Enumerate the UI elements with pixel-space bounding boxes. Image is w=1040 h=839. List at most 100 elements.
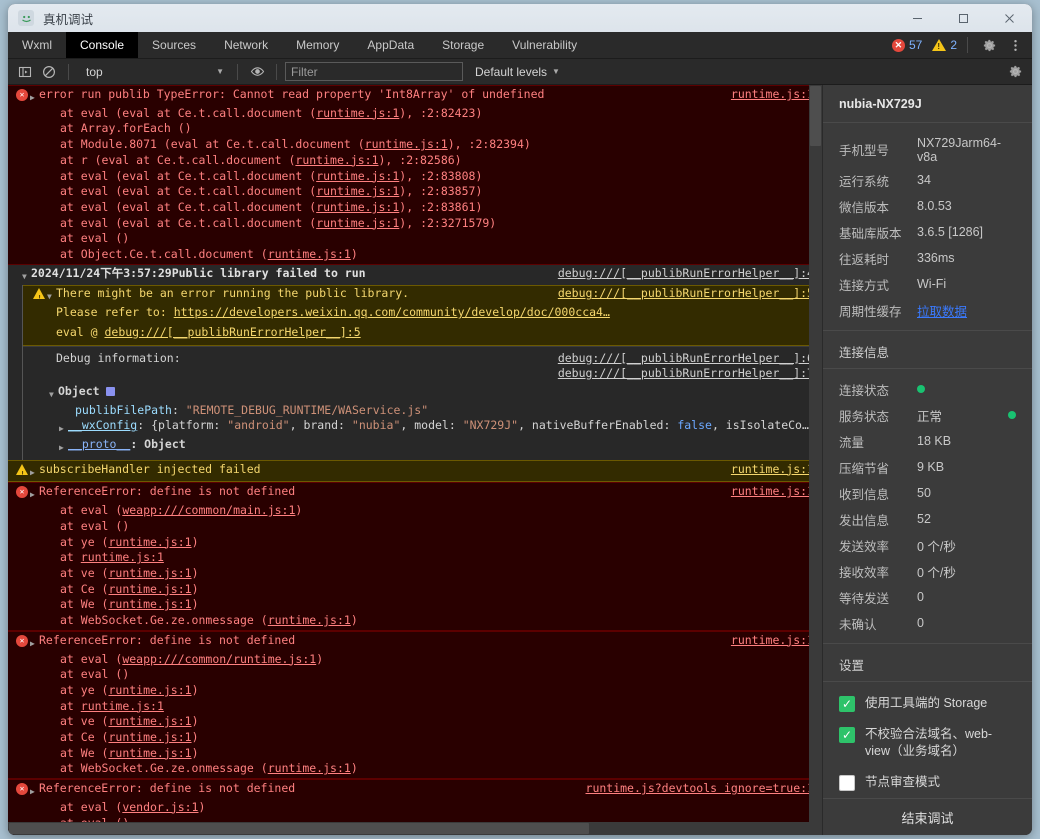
console-message-warning[interactable]: ▶ subscribeHandler injected failed runti… (8, 459, 822, 483)
info-key: 发送效率 (839, 539, 890, 554)
stack-frame: at eval (eval at Ce.t.call.document (run… (60, 105, 483, 120)
info-key: 未确认 (839, 617, 877, 632)
info-key: 连接状态 (839, 383, 890, 398)
message-text: error run publib TypeError: Cannot read … (39, 87, 545, 101)
stack-frame: at eval () (60, 231, 130, 246)
warning-source-link[interactable]: debug:///[__publibRunErrorHelper__]:5 (544, 286, 814, 302)
warning-icon (932, 39, 947, 51)
group-header[interactable]: ▼ 2024/11/24下午3:57:29Public library fail… (8, 264, 822, 286)
log-levels-select[interactable]: Default levels ▼ (475, 65, 560, 79)
fetch-data-link[interactable]: 拉取数据 (917, 301, 967, 320)
info-value: 0 个/秒 (917, 565, 956, 580)
filter-input[interactable] (285, 62, 463, 81)
expand-arrow-icon[interactable]: ▼ (47, 286, 56, 305)
group-source-link[interactable]: debug:///[__publibRunErrorHelper__]:4 (544, 266, 814, 285)
group-debug-entry[interactable]: Debug information: debug:///[__publibRun… (23, 345, 822, 460)
info-row: 接收效率 0 个/秒 (823, 558, 1032, 584)
source-link[interactable]: runtime.js:1 (717, 87, 814, 103)
info-key: 周期性缓存 (839, 304, 902, 319)
expand-arrow-icon[interactable]: ▶ (30, 87, 39, 106)
tab-storage[interactable]: Storage (428, 32, 498, 58)
console-horizontal-scrollbar[interactable] (8, 822, 809, 835)
info-value: 0 个/秒 (917, 539, 956, 554)
info-value: 8.0.53 (917, 199, 952, 213)
setting-skip-domain-check[interactable]: 不校验合法域名、web-view（业务域名） (823, 719, 1032, 767)
source-link[interactable]: runtime.js:1 (717, 633, 814, 649)
more-options-icon[interactable] (1004, 34, 1026, 56)
setting-storage[interactable]: 使用工具端的 Storage (823, 688, 1032, 719)
tab-network[interactable]: Network (210, 32, 282, 58)
console-toolbar: top ▼ Default levels ▼ (8, 59, 1032, 85)
setting-node-inspect-mode[interactable]: 节点审查模式 (823, 767, 1032, 798)
info-value: 336ms (917, 251, 955, 265)
panel-tab-bar: Wxml Console Sources Network Memory AppD… (8, 32, 1032, 59)
tab-wxml[interactable]: Wxml (8, 32, 66, 58)
warning-doc-link[interactable]: https://developers.weixin.qq.com/communi… (174, 305, 610, 319)
gear-icon[interactable] (978, 34, 1000, 56)
expand-arrow-icon[interactable]: ▶ (59, 418, 68, 437)
console-message-error[interactable]: ✕ ▶ error run publib TypeError: Cannot r… (8, 85, 822, 265)
expand-arrow-icon[interactable]: ▶ (30, 633, 39, 652)
error-icon: ✕ (14, 781, 30, 796)
debug-source-link[interactable]: debug:///[__publibRunErrorHelper__]:6 (544, 351, 814, 367)
warning-count-badge[interactable]: 2 (932, 38, 957, 52)
collapse-arrow-icon[interactable]: ▼ (49, 384, 58, 403)
tab-console[interactable]: Console (66, 32, 139, 58)
eval-source-link[interactable]: debug:///[__publibRunErrorHelper__]:5 (104, 325, 360, 339)
expand-arrow-icon[interactable]: ▶ (30, 781, 39, 800)
info-value: 3.6.5 [1286] (917, 225, 984, 239)
maximize-button[interactable] (940, 4, 986, 32)
settings-section: 设置 使用工具端的 Storage 不校验合法域名、web-view（业务域名）… (823, 644, 1032, 798)
info-value: 正常 (917, 409, 943, 424)
eval-prefix: eval @ (56, 324, 105, 339)
stack-frame: at eval (eval at Ce.t.call.document (run… (60, 215, 497, 230)
stack-frame: at WebSocket.Ge.ze.onmessage (runtime.js… (60, 761, 358, 776)
tab-appdata[interactable]: AppData (353, 32, 428, 58)
console-vertical-scrollbar[interactable] (809, 85, 822, 835)
divider (276, 63, 277, 80)
tab-vulnerability[interactable]: Vulnerability (498, 32, 591, 58)
expand-arrow-icon[interactable]: ▶ (30, 484, 39, 503)
group-body: ▼ There might be an error running the pu… (22, 285, 822, 460)
settings-list: 使用工具端的 Storage 不校验合法域名、web-view（业务域名） 节点… (823, 681, 1032, 798)
checkbox-icon[interactable] (839, 696, 855, 712)
stack-frame: at ye (runtime.js:1) (60, 682, 199, 697)
console-message-error[interactable]: ✕ ▶ ReferenceError: define is not define… (8, 630, 822, 780)
source-link[interactable]: runtime.js:1 (717, 462, 814, 478)
object-source-link[interactable]: debug:///[__publibRunErrorHelper__]:7 (544, 366, 814, 382)
stack-frame: at eval (weapp:///common/runtime.js:1) (60, 651, 324, 666)
tab-sources[interactable]: Sources (138, 32, 210, 58)
connection-header: 连接信息 (839, 346, 890, 360)
console-sidebar-icon[interactable] (14, 61, 36, 83)
checkbox-icon[interactable] (839, 775, 855, 791)
expand-arrow-icon[interactable]: ▶ (30, 462, 39, 481)
device-sidebar: nubia-NX729J 手机型号 NX729Jarm64-v8a 运行系统 34 … (822, 85, 1032, 835)
warning-refer-prefix: Please refer to: (56, 305, 174, 320)
object-prop-value: {platform: "android", brand: "nubia", mo… (151, 418, 809, 433)
console-settings-icon[interactable] (1004, 61, 1026, 83)
tab-memory[interactable]: Memory (282, 32, 353, 58)
console-output[interactable]: ✕ ▶ error run publib TypeError: Cannot r… (8, 85, 822, 835)
status-dot (917, 385, 925, 393)
eye-icon[interactable] (246, 61, 268, 83)
source-link[interactable]: runtime.js?devtools ignore=true:1 (572, 781, 814, 797)
close-button[interactable] (986, 4, 1032, 32)
console-message-error[interactable]: ✕ ▶ ReferenceError: define is not define… (8, 482, 822, 631)
collapse-arrow-icon[interactable]: ▼ (22, 266, 31, 285)
info-row: 微信版本 8.0.53 (823, 193, 1032, 219)
execution-context-select[interactable]: top ▼ (81, 62, 229, 81)
stack-frame: at eval (eval at Ce.t.call.document (run… (60, 199, 483, 214)
end-debug-button[interactable]: 结束调试 (823, 798, 1032, 835)
message-header[interactable]: ✕ ▶ error run publib TypeError: Cannot r… (8, 87, 822, 106)
clear-console-icon[interactable] (38, 61, 60, 83)
info-key: 接收效率 (839, 565, 890, 580)
minimize-button[interactable] (894, 4, 940, 32)
source-link[interactable]: runtime.js:1 (717, 484, 814, 500)
stack-frame: at Array.forEach () (60, 121, 192, 136)
info-key: 连接方式 (839, 278, 890, 293)
checkbox-icon[interactable] (839, 727, 855, 743)
group-warning-entry[interactable]: ▼ There might be an error running the pu… (23, 285, 822, 346)
error-count-badge[interactable]: ✕ 57 (891, 38, 922, 52)
info-row: 运行系统 34 (823, 167, 1032, 193)
expand-arrow-icon[interactable]: ▶ (59, 437, 68, 456)
